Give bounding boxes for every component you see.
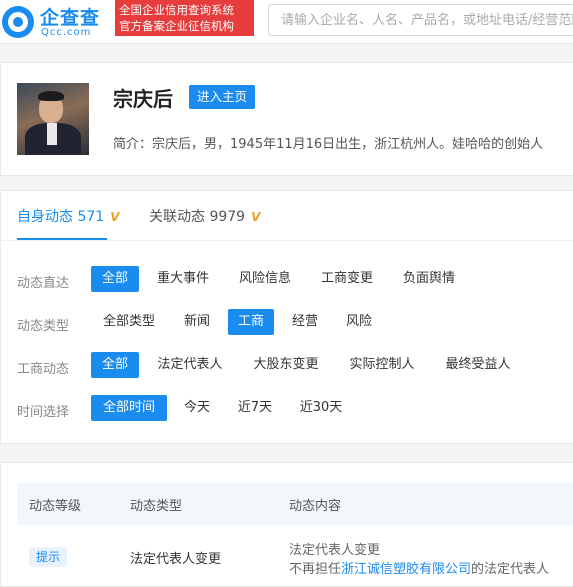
filter-option-all-time[interactable]: 全部时间 xyxy=(91,395,167,421)
table-header: 动态等级 动态类型 动态内容 xyxy=(17,483,573,525)
dynamics-table: 动态等级 动态类型 动态内容 提示 法定代表人变更 法定代表人变更 不再担任浙江… xyxy=(0,462,573,587)
filter-label-time: 时间选择 xyxy=(17,405,70,420)
active-tab-indicator xyxy=(17,238,107,240)
qcc-logo[interactable]: 企查查 Qcc.com xyxy=(2,3,112,39)
dynamic-type: 法定代表人变更 xyxy=(130,552,222,567)
column-header-content: 动态内容 xyxy=(289,499,342,514)
filter-option-major-shareholder[interactable]: 大股东变更 xyxy=(243,352,329,378)
filter-option-all-types[interactable]: 全部类型 xyxy=(93,309,165,335)
tab-label: 关联动态 xyxy=(149,209,205,225)
vip-icon: V xyxy=(110,210,120,224)
column-header-type: 动态类型 xyxy=(130,499,183,514)
person-photo xyxy=(17,83,89,155)
vip-icon: V xyxy=(251,210,261,224)
company-link[interactable]: 浙江诚信塑胶有限公司 xyxy=(341,562,471,577)
filter-option-last-7-days[interactable]: 近7天 xyxy=(229,395,281,421)
filter-option-beneficial-owner[interactable]: 最终受益人 xyxy=(435,352,521,378)
tab-self-dynamics[interactable]: 自身动态 571 V xyxy=(17,206,119,226)
content-prefix: 不再担任 xyxy=(289,562,342,577)
search-box[interactable] xyxy=(268,4,573,36)
logo-text: 企查查 xyxy=(40,7,101,29)
logo-icon xyxy=(2,6,34,38)
filter-option-news[interactable]: 新闻 xyxy=(175,309,219,335)
filter-option-today[interactable]: 今天 xyxy=(175,395,219,421)
logo-domain: Qcc.com xyxy=(41,27,92,38)
enter-homepage-button[interactable]: 进入主页 xyxy=(189,85,255,109)
slogan-line-1: 全国企业信用查询系统 xyxy=(119,3,234,17)
content-title: 法定代表人变更 xyxy=(289,543,381,558)
tab-related-dynamics[interactable]: 关联动态 9979 V xyxy=(149,206,260,226)
slogan-line-2: 官方备案企业征信机构 xyxy=(119,19,234,33)
filter-option-last-30-days[interactable]: 近30天 xyxy=(291,395,351,421)
filter-label-type: 动态类型 xyxy=(17,319,70,334)
dynamics-filter-card: 自身动态 571 V 关联动态 9979 V 动态直达 全部 重大事件 风险信息 工… xyxy=(0,190,573,444)
person-profile-card: 宗庆后 进入主页 简介：宗庆后，男，1945年11月16日出生，浙江杭州人。娃哈… xyxy=(0,62,573,176)
filter-option-legal-rep[interactable]: 法定代表人 xyxy=(147,352,233,378)
filter-option-actual-controller[interactable]: 实际控制人 xyxy=(339,352,425,378)
person-name: 宗庆后 xyxy=(113,87,173,111)
tab-label: 自身动态 xyxy=(17,209,73,225)
content-suffix: 的法定代表人 xyxy=(471,562,550,577)
column-header-level: 动态等级 xyxy=(29,499,82,514)
tab-count: 9979 xyxy=(209,209,246,225)
search-input[interactable] xyxy=(269,5,573,35)
dynamics-tabs: 自身动态 571 V 关联动态 9979 V xyxy=(1,191,573,241)
tab-count: 571 xyxy=(77,209,105,225)
person-intro: 简介：宗庆后，男，1945年11月16日出生，浙江杭州人。娃哈哈的创始人 xyxy=(113,137,544,152)
filter-option-operation[interactable]: 经营 xyxy=(283,309,327,335)
filter-option-risk[interactable]: 风险 xyxy=(337,309,381,335)
slogan-badge: 全国企业信用查询系统 官方备案企业征信机构 xyxy=(115,0,254,36)
top-header: 企查查 Qcc.com 全国企业信用查询系统 官方备案企业征信机构 xyxy=(0,0,573,44)
filter-option-risk-info[interactable]: 风险信息 xyxy=(229,266,301,292)
filter-option-business-change[interactable]: 工商变更 xyxy=(311,266,383,292)
filter-option-all[interactable]: 全部 xyxy=(91,352,139,378)
content-detail: 不再担任浙江诚信塑胶有限公司的法定代表人 xyxy=(289,558,549,577)
filter-option-business[interactable]: 工商 xyxy=(228,309,274,335)
level-badge: 提示 xyxy=(29,547,68,567)
filter-option-all[interactable]: 全部 xyxy=(91,266,139,292)
filter-label-direct: 动态直达 xyxy=(17,276,70,291)
filter-label-business-dynamics: 工商动态 xyxy=(17,362,70,377)
filter-option-negative-news[interactable]: 负面舆情 xyxy=(393,266,465,292)
filter-option-major-events[interactable]: 重大事件 xyxy=(147,266,219,292)
